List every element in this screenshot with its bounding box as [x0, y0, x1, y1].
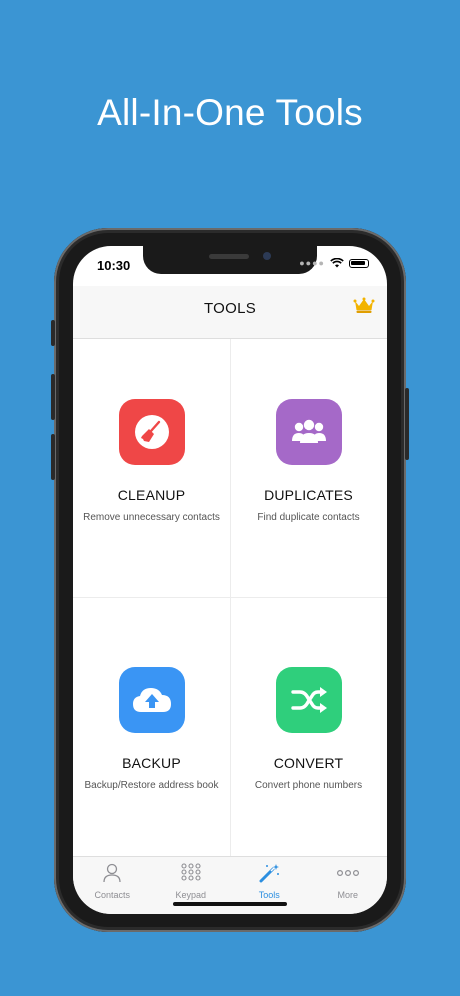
tab-label: More — [337, 890, 358, 900]
tool-backup[interactable]: BACKUP Backup/Restore address book — [73, 667, 230, 791]
notch — [143, 246, 317, 274]
people-group-icon — [291, 419, 326, 443]
tab-label: Tools — [258, 890, 280, 900]
tool-title: CLEANUP — [117, 487, 186, 503]
crown-icon[interactable] — [353, 296, 375, 314]
mute-switch — [51, 320, 55, 346]
tab-label: Keypad — [175, 890, 207, 900]
broom-icon — [134, 415, 169, 449]
wifi-icon — [330, 258, 344, 268]
status-time: 10:30 — [97, 258, 131, 273]
tool-convert[interactable]: CONVERT Convert phone numbers — [230, 667, 387, 791]
more-dots-icon — [336, 869, 359, 877]
keypad-icon — [181, 863, 201, 881]
volume-up-button — [51, 374, 55, 420]
grid-divider — [73, 597, 387, 598]
cleanup-tile-icon — [118, 399, 185, 465]
page-title: TOOLS — [203, 300, 257, 317]
home-indicator[interactable] — [173, 902, 287, 906]
tool-title: DUPLICATES — [264, 487, 353, 503]
page-headline: All-In-One Tools — [97, 92, 363, 133]
volume-down-button — [51, 434, 55, 480]
magic-wand-icon — [259, 864, 280, 883]
duplicates-tile-icon — [275, 399, 342, 465]
tool-subtitle: Convert phone numbers — [254, 780, 363, 791]
tool-title: BACKUP — [122, 755, 181, 771]
tool-subtitle: Find duplicate contacts — [257, 512, 360, 523]
battery-icon — [349, 258, 369, 268]
shuffle-icon — [290, 687, 327, 713]
tool-subtitle: Remove unnecessary contacts — [83, 512, 220, 523]
tool-subtitle: Backup/Restore address book — [84, 780, 219, 791]
tab-more[interactable]: More — [309, 857, 388, 914]
cloud-upload-icon — [132, 688, 171, 712]
person-icon — [103, 863, 121, 883]
tool-duplicates[interactable]: DUPLICATES Find duplicate contacts — [230, 399, 387, 523]
tab-contacts[interactable]: Contacts — [73, 857, 152, 914]
speaker-grille — [209, 254, 249, 259]
tool-cleanup[interactable]: CLEANUP Remove unnecessary contacts — [73, 399, 230, 523]
front-camera-icon — [263, 252, 271, 260]
tool-title: CONVERT — [273, 755, 344, 771]
convert-tile-icon — [275, 667, 342, 733]
power-button — [405, 388, 409, 460]
phone-screen: 10:30 ●●●● TOOLS CLEANUP Remove unnecess… — [73, 246, 387, 914]
navigation-bar: TOOLS — [73, 286, 387, 339]
signal-icon: ●●●● — [299, 258, 325, 268]
phone-frame: 10:30 ●●●● TOOLS CLEANUP Remove unnecess… — [51, 228, 409, 932]
tab-label: Contacts — [94, 890, 131, 900]
status-indicators: ●●●● — [299, 258, 369, 268]
backup-tile-icon — [118, 667, 185, 733]
tools-grid: CLEANUP Remove unnecessary contacts DUPL… — [73, 339, 387, 856]
